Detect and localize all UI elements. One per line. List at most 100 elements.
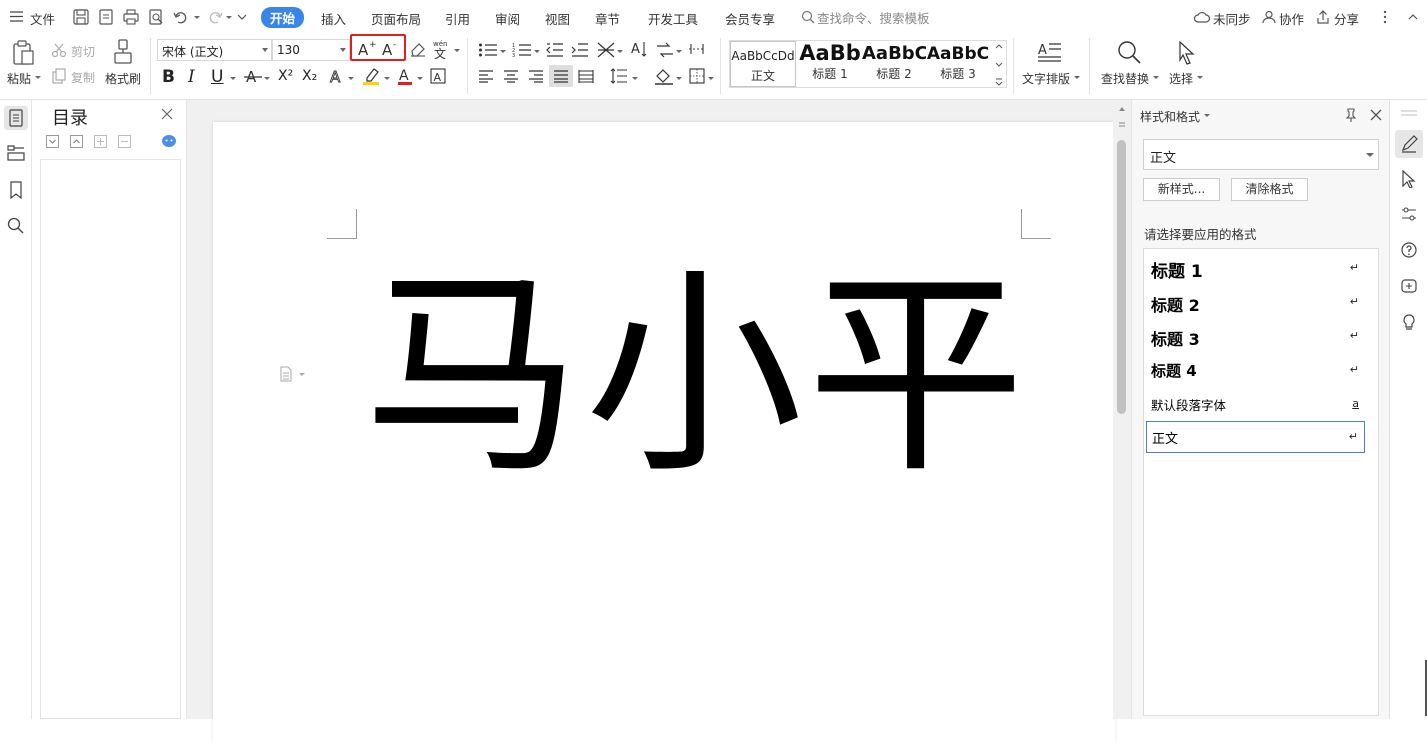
page-nav-icon[interactable] <box>1117 120 1127 130</box>
tab-page-layout[interactable]: 页面布局 <box>371 9 421 28</box>
save-icon[interactable] <box>72 8 90 26</box>
document-text[interactable]: 马小平 <box>363 262 1029 492</box>
show-marks-icon[interactable] <box>688 42 706 56</box>
character-border-icon[interactable]: A <box>430 68 446 84</box>
new-style-button[interactable]: 新样式... <box>1143 178 1220 201</box>
select-dropdown-icon[interactable] <box>1197 76 1203 79</box>
share-panel-icon[interactable] <box>1401 278 1417 294</box>
collapse-ribbon-icon[interactable] <box>1406 10 1420 24</box>
select-button[interactable]: 选择 <box>1169 70 1193 87</box>
collapse-rail-icon[interactable] <box>1401 110 1417 116</box>
style-heading-3[interactable]: AaBbC 标题 3 <box>926 41 990 87</box>
chinese-layout-icon[interactable] <box>596 41 616 59</box>
clear-format-button[interactable]: 清除格式 <box>1231 178 1308 201</box>
cut-icon[interactable] <box>51 42 67 58</box>
sort-icon[interactable] <box>655 42 675 58</box>
increase-indent-icon[interactable] <box>571 42 589 58</box>
properties-icon[interactable] <box>1401 206 1417 222</box>
borders-icon[interactable] <box>689 68 705 84</box>
decrease-indent-icon[interactable] <box>546 42 564 58</box>
more-icon[interactable] <box>1383 10 1387 24</box>
text-effects-dropdown-icon[interactable] <box>348 77 354 80</box>
underline-button[interactable]: U <box>211 67 223 87</box>
tab-developer[interactable]: 开发工具 <box>648 9 698 28</box>
strikethrough-dropdown-icon[interactable] <box>264 77 270 80</box>
redo-dropdown-icon[interactable] <box>226 16 232 19</box>
format-painter-icon[interactable] <box>112 39 134 67</box>
help-icon[interactable] <box>1401 242 1417 258</box>
paste-button[interactable]: 粘贴 <box>7 70 31 87</box>
print-icon[interactable] <box>122 8 140 26</box>
style-normal[interactable]: AaBbCcDd 正文 <box>730 41 796 87</box>
bullet-dropdown-icon[interactable] <box>500 50 506 53</box>
text-layout-button[interactable]: 文字排版 <box>1022 70 1070 87</box>
format-painter-button[interactable]: 格式刷 <box>105 70 141 87</box>
pin-icon[interactable] <box>1344 108 1358 122</box>
bullet-list-icon[interactable] <box>478 42 498 58</box>
underline-dropdown-icon[interactable] <box>230 77 236 80</box>
close-icon[interactable] <box>1370 109 1382 121</box>
text-direction-icon[interactable]: A <box>629 40 647 58</box>
tab-view[interactable]: 视图 <box>545 9 570 28</box>
tab-home[interactable]: 开始 <box>261 7 305 28</box>
undo-icon[interactable] <box>172 8 190 26</box>
find-replace-icon[interactable] <box>1116 40 1142 66</box>
tab-review[interactable]: 审阅 <box>495 9 520 28</box>
copy-button[interactable]: 复制 <box>71 69 95 86</box>
export-pdf-icon[interactable] <box>97 8 115 26</box>
increase-font-size-icon[interactable]: A + <box>357 39 377 57</box>
smart-toc-icon[interactable] <box>161 134 177 148</box>
list-item[interactable]: 标题 2 ↵ <box>1146 287 1365 317</box>
list-item[interactable]: 正文 ↵ <box>1146 421 1365 453</box>
select-objects-icon[interactable] <box>1401 170 1417 188</box>
customize-quick-access-icon[interactable] <box>235 8 253 26</box>
style-heading-1[interactable]: AaBb 标题 1 <box>798 41 862 87</box>
close-icon[interactable] <box>161 108 173 120</box>
styles-panel-title[interactable]: 样式和格式 <box>1140 108 1200 125</box>
subscript-button[interactable]: X₂ <box>302 68 317 84</box>
bold-button[interactable]: B <box>162 67 175 87</box>
text-layout-dropdown-icon[interactable] <box>1074 76 1080 79</box>
align-right-icon[interactable] <box>528 69 544 83</box>
style-heading-2[interactable]: AaBbC 标题 2 <box>862 41 926 87</box>
decrease-font-size-icon[interactable]: A- <box>381 39 401 57</box>
list-item[interactable]: 标题 4 ↵ <box>1146 355 1365 385</box>
text-layout-icon[interactable]: A <box>1037 40 1063 64</box>
file-menu[interactable]: 文件 <box>30 9 55 28</box>
menu-icon[interactable] <box>10 11 23 22</box>
copy-icon[interactable] <box>51 68 67 84</box>
find-replace-dropdown-icon[interactable] <box>1153 76 1159 79</box>
text-effects-icon[interactable]: A <box>328 67 346 85</box>
font-name-select[interactable]: 宋体 (正文) <box>157 39 272 61</box>
tab-member[interactable]: 会员专享 <box>725 9 775 28</box>
font-color-icon[interactable]: A <box>397 66 415 86</box>
navigation-icon[interactable] <box>6 143 26 163</box>
justify-icon[interactable] <box>549 65 573 87</box>
select-icon[interactable] <box>1177 40 1197 66</box>
phonetic-guide-icon[interactable]: wén 文 <box>432 39 454 59</box>
redo-icon[interactable] <box>206 8 224 26</box>
phonetic-dropdown-icon[interactable] <box>454 49 460 52</box>
styles-pane-icon[interactable] <box>1395 130 1423 158</box>
highlight-dropdown-icon[interactable] <box>384 77 390 80</box>
line-spacing-icon[interactable] <box>610 68 628 84</box>
vertical-scrollbar[interactable] <box>1113 100 1131 719</box>
shading-icon[interactable] <box>654 67 674 85</box>
toc-pane-icon[interactable] <box>4 106 28 130</box>
list-item[interactable]: 标题 1 ↵ <box>1146 253 1365 283</box>
current-style-select[interactable]: 正文 <box>1143 139 1379 170</box>
find-icon[interactable] <box>6 216 26 236</box>
styles-scroll[interactable] <box>992 41 1006 87</box>
list-item[interactable]: 默认段落字体 a <box>1146 389 1365 419</box>
superscript-button[interactable]: X² <box>278 68 293 84</box>
tab-section[interactable]: 章节 <box>595 9 620 28</box>
find-replace-button[interactable]: 查找替换 <box>1101 70 1149 87</box>
expand-all-icon[interactable] <box>46 135 59 148</box>
distribute-icon[interactable] <box>578 69 594 83</box>
collab-button[interactable]: 协作 <box>1279 9 1304 28</box>
tab-insert[interactable]: 插入 <box>321 9 346 28</box>
paste-icon[interactable] <box>11 40 35 66</box>
add-level-icon[interactable] <box>94 135 107 148</box>
paragraph-handle-icon[interactable] <box>279 366 309 382</box>
undo-dropdown-icon[interactable] <box>194 16 200 19</box>
